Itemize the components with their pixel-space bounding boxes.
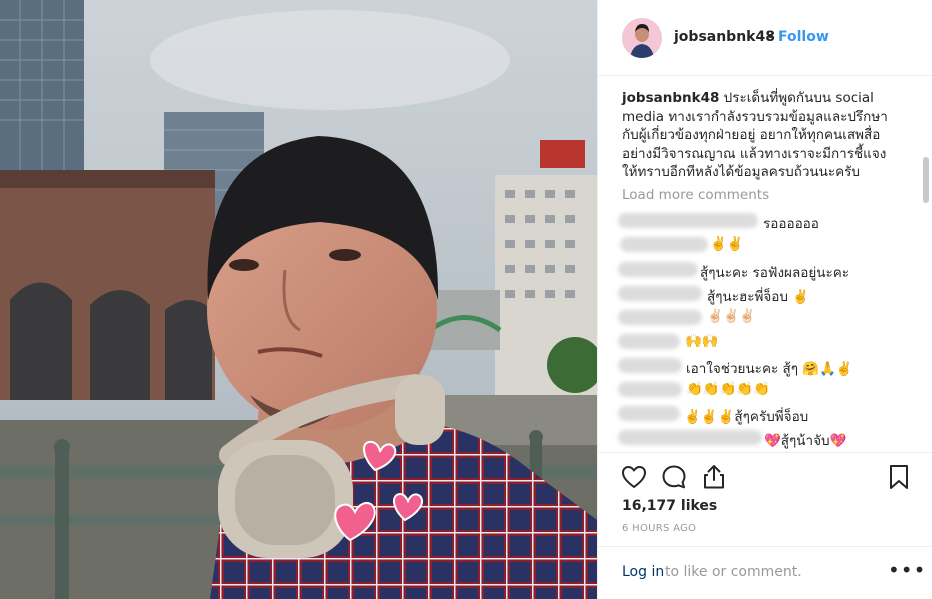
comment-text: ✌🏻✌🏻✌🏻	[707, 309, 756, 324]
blurred-username	[618, 213, 758, 228]
selfie-image	[0, 0, 597, 599]
blurred-username	[618, 286, 702, 301]
post-caption: jobsanbnk48 ประเด็นที่พูดกันบน social me…	[622, 89, 898, 182]
blurred-username	[618, 262, 698, 277]
comment-item: 🙌🙌	[618, 331, 918, 351]
caption-username[interactable]: jobsanbnk48	[622, 90, 719, 106]
avatar[interactable]	[622, 18, 662, 58]
likes-count[interactable]: 16,177 likes	[622, 498, 717, 514]
heart-icon[interactable]	[620, 463, 648, 491]
blurred-username	[618, 334, 680, 349]
blurred-username	[618, 382, 682, 397]
comment-text: สู้ๆนะคะ รอฟังผลอยู่นะคะ	[700, 265, 850, 281]
comment-text: สู้ๆนะฮะพี่จ็อบ ✌️	[707, 289, 810, 305]
post-header: jobsanbnk48 • Follow	[598, 0, 932, 76]
login-prompt-text: to like or comment.	[665, 564, 802, 580]
comment-bubble-icon[interactable]	[660, 463, 688, 491]
blurred-username	[618, 430, 762, 445]
comment-item: ✌🏻✌🏻✌🏻	[618, 307, 918, 327]
login-link[interactable]: Log in	[622, 564, 664, 580]
header-username[interactable]: jobsanbnk48	[674, 29, 775, 45]
comment-text: 👏👏👏👏👏	[686, 381, 771, 397]
blurred-username	[618, 310, 702, 325]
comment-text: รออออออ	[763, 216, 819, 232]
comment-item: รออออออ	[618, 210, 918, 232]
post-actions: 16,177 likes 6 HOURS AGO Log in to like …	[598, 452, 932, 599]
comment-text: เอาใจช่วยนะคะ สู้ๆ 🤗🙏✌️	[686, 361, 853, 377]
comment-item: เอาใจช่วยนะคะ สู้ๆ 🤗🙏✌️	[618, 355, 918, 377]
load-more-comments-button[interactable]: Load more comments	[622, 187, 769, 203]
more-options-icon[interactable]: •••	[888, 558, 926, 582]
comment-item: สู้ๆนะคะ รอฟังผลอยู่นะคะ	[618, 259, 918, 281]
comment-text: ✌️✌️✌️สู้ๆครับพี่จ็อบ	[684, 409, 809, 425]
blurred-username	[618, 358, 682, 373]
share-icon[interactable]	[700, 463, 728, 491]
follow-button[interactable]: Follow	[778, 29, 829, 45]
comment-item: 💖สู้ๆน้าจับ💖	[618, 427, 918, 449]
comment-item: ✌️✌️✌️สู้ๆครับพี่จ็อบ	[618, 403, 918, 425]
comment-item: ✌️✌️	[618, 234, 918, 254]
comment-text: 🙌🙌	[685, 333, 719, 349]
header-separator: •	[766, 29, 775, 45]
avatar-image	[622, 18, 662, 58]
post-photo[interactable]	[0, 0, 597, 599]
comments-scrollbar[interactable]	[923, 157, 929, 203]
login-prompt: Log in to like or comment. •••	[598, 546, 932, 599]
comments-list[interactable]: jobsanbnk48 ประเด็นที่พูดกันบน social me…	[598, 77, 932, 451]
comment-text: 💖สู้ๆน้าจับ💖	[764, 433, 847, 449]
comment-item: 👏👏👏👏👏	[618, 379, 918, 399]
blurred-username	[620, 237, 708, 252]
bookmark-icon[interactable]	[885, 463, 913, 491]
comment-text: ✌️✌️	[710, 236, 744, 252]
post-side-panel: jobsanbnk48 • Follow jobsanbnk48 ประเด็น…	[597, 0, 932, 599]
post-timestamp[interactable]: 6 HOURS AGO	[622, 523, 696, 534]
blurred-username	[618, 406, 680, 421]
comment-item: สู้ๆนะฮะพี่จ็อบ ✌️	[618, 283, 918, 305]
